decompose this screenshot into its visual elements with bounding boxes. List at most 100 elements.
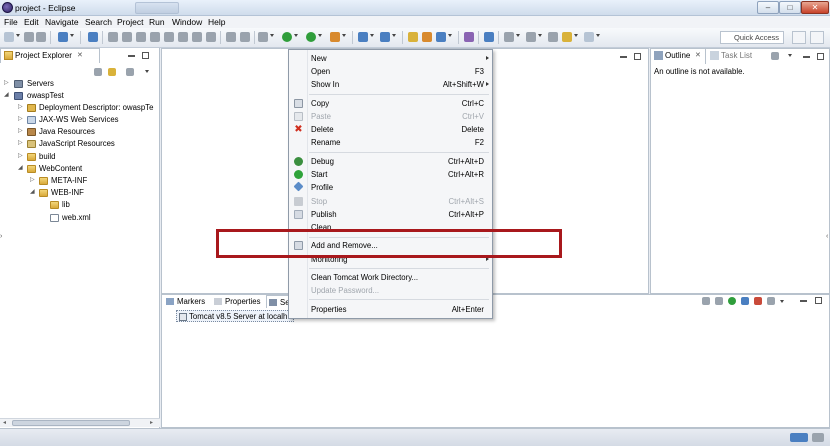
menu-navigate[interactable]: Navigate xyxy=(45,16,79,28)
tab-outline[interactable]: Outline ✕ xyxy=(651,49,706,64)
menu-window[interactable]: Window xyxy=(172,16,202,28)
expand-icon[interactable]: ▷ xyxy=(18,153,23,159)
minimize-button[interactable]: – xyxy=(757,1,779,14)
menu-item-debug[interactable]: Debug Ctrl+Alt+D xyxy=(290,155,492,168)
step-into-icon[interactable] xyxy=(164,32,174,42)
view-menu-icon[interactable] xyxy=(780,300,784,303)
chevron-down-icon[interactable] xyxy=(538,34,542,37)
menu-item-show-in[interactable]: Show In Alt+Shift+W xyxy=(290,78,492,91)
tree-item-lib[interactable]: lib xyxy=(0,199,158,211)
run-icon[interactable] xyxy=(282,32,292,42)
server-entry[interactable]: Tomcat v8.5 Server at localh xyxy=(176,310,294,322)
scroll-right-icon[interactable]: ▸ xyxy=(150,419,153,426)
menu-help[interactable]: Help xyxy=(208,16,225,28)
chevron-down-icon[interactable] xyxy=(392,34,396,37)
close-button[interactable]: ✕ xyxy=(801,1,829,14)
globe-icon[interactable] xyxy=(464,32,474,42)
chevron-down-icon[interactable] xyxy=(448,34,452,37)
status-progress-icon[interactable] xyxy=(790,433,808,442)
menu-item-open[interactable]: Open F3 xyxy=(290,65,492,78)
collapse-icon[interactable]: ◢ xyxy=(4,92,9,98)
menu-item-profile[interactable]: Profile xyxy=(290,181,492,194)
menu-item-delete[interactable]: ✖ Delete Delete xyxy=(290,123,492,136)
debug-run-icon[interactable] xyxy=(306,32,316,42)
back-icon[interactable] xyxy=(562,32,572,42)
minimize-view-button[interactable] xyxy=(800,297,807,302)
tab-task-list[interactable]: Task List xyxy=(707,49,761,64)
tree-item-java-resources[interactable]: ▷ Java Resources xyxy=(0,126,158,138)
tree-item-deployment-descriptor[interactable]: ▷ Deployment Descriptor: owaspTe xyxy=(0,102,158,114)
open-task-icon[interactable] xyxy=(422,32,432,42)
view-menu-icon[interactable] xyxy=(788,54,792,57)
search-icon[interactable] xyxy=(436,32,446,42)
scroll-left-icon[interactable]: ◂ xyxy=(3,419,6,426)
pin-icon[interactable] xyxy=(504,32,514,42)
minimize-view-button[interactable] xyxy=(803,53,810,58)
menu-project[interactable]: Project xyxy=(117,16,143,28)
profile-server-icon[interactable] xyxy=(741,297,749,305)
tree-item-webcontent[interactable]: ◢ WebContent xyxy=(0,163,158,175)
next-annotation-icon[interactable] xyxy=(526,32,536,42)
chevron-down-icon[interactable] xyxy=(574,34,578,37)
tree-item-web-xml[interactable]: web.xml xyxy=(0,212,158,224)
gear-icon[interactable] xyxy=(258,32,268,42)
tree-item-owasptest[interactable]: ◢ owaspTest xyxy=(0,90,158,102)
expand-icon[interactable]: ▷ xyxy=(30,177,35,183)
skip-breakpoints-icon[interactable] xyxy=(108,32,118,42)
expand-icon[interactable]: ▷ xyxy=(18,104,23,110)
close-icon[interactable]: ✕ xyxy=(695,49,701,62)
link-with-editor-icon[interactable] xyxy=(108,68,116,76)
menu-item-new[interactable]: New xyxy=(290,52,492,65)
tab-project-explorer[interactable]: Project Explorer ✕ xyxy=(0,48,100,63)
expand-icon[interactable]: ▷ xyxy=(18,140,23,146)
collapse-icon[interactable]: ◢ xyxy=(30,189,35,195)
menu-file[interactable]: File xyxy=(4,16,18,28)
tree-item-servers[interactable]: ▷ Servers xyxy=(0,78,158,90)
sort-icon[interactable] xyxy=(771,52,779,60)
chevron-down-icon[interactable] xyxy=(270,34,274,37)
status-menu-icon[interactable] xyxy=(812,433,824,442)
maximize-view-button[interactable] xyxy=(815,297,822,304)
toggle-breakpoint-icon[interactable] xyxy=(240,32,250,42)
drop-to-frame-icon[interactable] xyxy=(206,32,216,42)
maximize-editor-button[interactable] xyxy=(634,53,641,60)
view-menu-icon[interactable] xyxy=(145,70,149,73)
collapse-all-icon[interactable] xyxy=(702,297,710,305)
chevron-down-icon[interactable] xyxy=(596,34,600,37)
horizontal-scrollbar[interactable]: ◂ ▸ xyxy=(0,418,160,427)
tree-item-javascript-resources[interactable]: ▷ JavaScript Resources xyxy=(0,138,158,150)
expand-icon[interactable]: ▷ xyxy=(4,80,9,86)
tree-item-jax-ws[interactable]: ▷ JAX-WS Web Services xyxy=(0,114,158,126)
scrollbar-thumb[interactable] xyxy=(12,420,130,426)
new-package-icon[interactable] xyxy=(380,32,390,42)
collapse-all-icon[interactable] xyxy=(94,68,102,76)
suspend-icon[interactable] xyxy=(136,32,146,42)
menu-item-start[interactable]: Start Ctrl+Alt+R xyxy=(290,168,492,181)
tab-properties[interactable]: Properties xyxy=(212,295,261,308)
new-java-project-icon[interactable] xyxy=(358,32,368,42)
chevron-down-icon[interactable] xyxy=(318,34,322,37)
filter-icon[interactable] xyxy=(126,68,134,76)
tree-item-meta-inf[interactable]: ▷ META-INF xyxy=(0,175,158,187)
previous-edit-icon[interactable] xyxy=(548,32,558,42)
expand-icon[interactable]: ▷ xyxy=(18,128,23,134)
save-all-icon[interactable] xyxy=(36,32,46,42)
new-icon[interactable] xyxy=(4,32,14,42)
terminate-icon[interactable] xyxy=(150,32,160,42)
save-icon[interactable] xyxy=(24,32,34,42)
chevron-down-icon[interactable] xyxy=(342,34,346,37)
forward-icon[interactable] xyxy=(584,32,594,42)
run-last-icon[interactable] xyxy=(58,32,68,42)
tree-item-build[interactable]: ▷ build xyxy=(0,151,158,163)
maximize-button[interactable]: □ xyxy=(779,1,801,14)
collapse-icon[interactable]: ◢ xyxy=(18,165,23,171)
use-step-filters-icon[interactable] xyxy=(226,32,236,42)
stop-server-icon[interactable] xyxy=(754,297,762,305)
menu-run[interactable]: Run xyxy=(149,16,165,28)
open-perspective-icon[interactable] xyxy=(810,31,824,44)
quick-access-input[interactable]: Quick Access xyxy=(720,31,784,44)
step-return-icon[interactable] xyxy=(192,32,202,42)
minimize-view-button[interactable] xyxy=(128,52,135,57)
menu-edit[interactable]: Edit xyxy=(24,16,39,28)
chevron-down-icon[interactable] xyxy=(370,34,374,37)
